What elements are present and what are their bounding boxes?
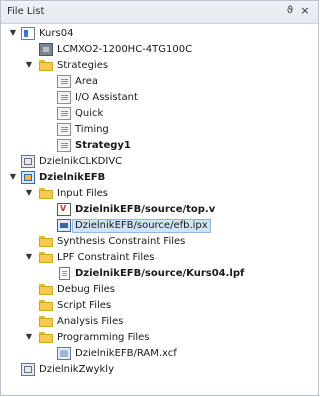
panel-titlebar: File List ϑ × <box>1 1 318 24</box>
close-icon[interactable]: × <box>299 5 311 17</box>
document-icon <box>59 267 70 280</box>
tree-item-analysis-folder[interactable]: Analysis Files <box>1 314 318 330</box>
tree-item-device[interactable]: LCMXO2-1200HC-4TG100C <box>1 42 318 58</box>
strategy-label: Timing <box>75 124 109 135</box>
strategy-label: Area <box>75 76 99 87</box>
file-label: DzielnikEFB/source/top.v <box>75 204 216 215</box>
tree-item-programming-folder[interactable]: ▼ Programming Files <box>1 330 318 346</box>
strategy-label: I/O Assistant <box>75 92 138 103</box>
folder-icon <box>39 59 53 72</box>
strategy-label: Quick <box>75 108 104 119</box>
file-label: DzielnikEFB/source/efb.ipx <box>72 219 211 233</box>
folder-label: Debug Files <box>57 284 116 295</box>
tree-item-strategy[interactable]: Area <box>1 74 318 90</box>
file-label: DzielnikEFB/source/Kurs04.lpf <box>75 268 245 279</box>
folder-icon <box>39 283 53 296</box>
active-implementation-icon <box>21 171 35 184</box>
implementation-icon <box>21 155 35 168</box>
tree-item-strategy[interactable]: Timing <box>1 122 318 138</box>
strategy-icon <box>57 123 71 136</box>
folder-icon <box>39 299 53 312</box>
xcf-file-icon <box>57 347 71 360</box>
tree-item-implementation-active[interactable]: ▼ DzielnikEFB <box>1 170 318 186</box>
ipx-file-icon <box>57 219 71 232</box>
panel-title: File List <box>7 6 45 17</box>
tree-item-project[interactable]: ▼ Kurs04 <box>1 26 318 42</box>
implementation-label: DzielnikZwykly <box>39 364 114 375</box>
folder-icon <box>39 235 53 248</box>
tree-item-file[interactable]: DzielnikEFB/source/Kurs04.lpf <box>1 266 318 282</box>
tree-item-synthesis-folder[interactable]: Synthesis Constraint Files <box>1 234 318 250</box>
folder-icon <box>39 251 53 264</box>
project-label: Kurs04 <box>39 28 74 39</box>
folder-icon <box>39 315 53 328</box>
strategy-icon <box>57 91 71 104</box>
strategy-icon <box>57 75 71 88</box>
implementation-icon <box>21 363 35 376</box>
tree-item-strategy[interactable]: I/O Assistant <box>1 90 318 106</box>
chevron-down-icon[interactable]: ▼ <box>24 60 34 70</box>
tree-item-debug-folder[interactable]: Debug Files <box>1 282 318 298</box>
tree-item-script-folder[interactable]: Script Files <box>1 298 318 314</box>
implementation-label: DzielnikCLKDIVC <box>39 156 123 167</box>
device-label: LCMXO2-1200HC-4TG100C <box>57 44 193 55</box>
tree-item-implementation[interactable]: DzielnikCLKDIVC <box>1 154 318 170</box>
file-label: DzielnikEFB/RAM.xcf <box>75 348 177 359</box>
folder-label: Analysis Files <box>57 316 124 327</box>
tree-item-file[interactable]: DzielnikEFB/source/top.v <box>1 202 318 218</box>
input-files-label: Input Files <box>57 188 109 199</box>
chevron-down-icon[interactable]: ▼ <box>24 188 34 198</box>
file-tree: ▼ Kurs04 LCMXO2-1200HC-4TG100C ▼ Strateg… <box>1 26 318 378</box>
strategy-label: Strategy1 <box>75 140 131 151</box>
project-icon <box>21 27 35 40</box>
implementation-label: DzielnikEFB <box>39 172 106 183</box>
folder-label: Programming Files <box>57 332 150 343</box>
strategy-icon <box>57 107 71 120</box>
tree-item-lpf-folder[interactable]: ▼ LPF Constraint Files <box>1 250 318 266</box>
folder-label: LPF Constraint Files <box>57 252 155 263</box>
file-list-panel: File List ϑ × ▼ Kurs04 LCMXO2-1200HC-4TG… <box>0 0 319 396</box>
chevron-down-icon[interactable]: ▼ <box>24 252 34 262</box>
strategies-label: Strategies <box>57 60 109 71</box>
folder-icon <box>39 187 53 200</box>
folder-icon <box>39 331 53 344</box>
device-chip-icon <box>39 43 53 56</box>
pin-icon[interactable]: ϑ <box>284 5 296 17</box>
chevron-down-icon[interactable]: ▼ <box>8 172 18 182</box>
tree-item-strategy[interactable]: Quick <box>1 106 318 122</box>
tree-item-strategies[interactable]: ▼ Strategies <box>1 58 318 74</box>
tree-item-implementation[interactable]: DzielnikZwykly <box>1 362 318 378</box>
tree-item-strategy-active[interactable]: Strategy1 <box>1 138 318 154</box>
strategy-icon <box>57 139 71 152</box>
chevron-down-icon[interactable]: ▼ <box>24 332 34 342</box>
tree-item-file[interactable]: DzielnikEFB/RAM.xcf <box>1 346 318 362</box>
verilog-file-icon <box>57 203 71 216</box>
folder-label: Script Files <box>57 300 112 311</box>
folder-label: Synthesis Constraint Files <box>57 236 186 247</box>
chevron-down-icon[interactable]: ▼ <box>8 28 18 38</box>
tree-item-file-selected[interactable]: DzielnikEFB/source/efb.ipx <box>1 218 318 234</box>
tree-item-input-files[interactable]: ▼ Input Files <box>1 186 318 202</box>
